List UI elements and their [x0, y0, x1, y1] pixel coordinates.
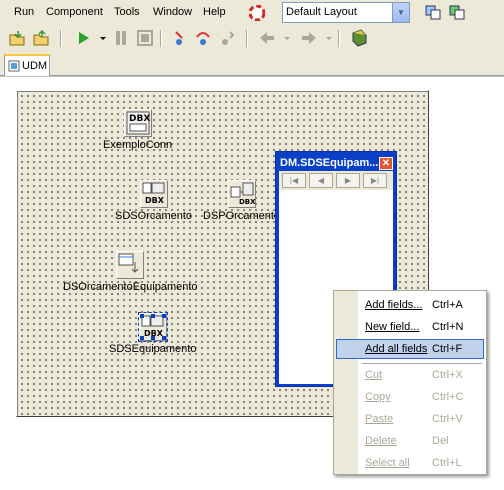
back-arrow-icon[interactable]: [258, 29, 276, 47]
help-lifebuoy-icon[interactable]: [248, 4, 266, 22]
sql-dataset-icon: DBX: [137, 312, 168, 342]
menu-item-add-all-fields[interactable]: Add all fields Ctrl+F: [336, 339, 484, 359]
menu-bar: Run Component Tools Window Help Default …: [0, 0, 504, 26]
fields-editor-title: DM.SDSEquipam...: [280, 157, 379, 169]
datasource-icon: [116, 251, 145, 279]
last-record-icon[interactable]: ▶|: [363, 173, 387, 188]
fields-editor-titlebar[interactable]: DM.SDSEquipam... ✕: [279, 155, 393, 171]
svg-text:DBX: DBX: [239, 198, 255, 206]
layout-select[interactable]: Default Layout ▼: [282, 2, 410, 23]
tab-udm-label: UDM: [22, 60, 48, 72]
run-to-cursor-icon[interactable]: [218, 29, 236, 47]
run-icon[interactable]: [74, 29, 92, 47]
close-icon[interactable]: ✕: [379, 156, 393, 170]
tab-udm[interactable]: UDM: [4, 54, 50, 76]
svg-text:DBX: DBX: [129, 114, 150, 124]
dbx-connection-icon: DBX: [123, 109, 152, 137]
menu-run[interactable]: Run: [14, 6, 34, 18]
forward-arrow-icon[interactable]: [300, 29, 318, 47]
component-label: DSPOrcamento: [203, 210, 281, 222]
save-all-icon[interactable]: [32, 29, 50, 47]
dataset-provider-icon: DBX: [227, 180, 256, 208]
prior-record-icon[interactable]: ◀: [309, 173, 333, 188]
menu-window[interactable]: Window: [153, 6, 192, 18]
open-project-icon[interactable]: [8, 29, 26, 47]
datamodule-icon: [8, 60, 20, 72]
menu-item-add-fields[interactable]: Add fields... Ctrl+A: [336, 295, 484, 315]
layout-select-value: Default Layout: [286, 6, 357, 18]
component-label: DSOrcamentoEquipamento: [63, 281, 198, 293]
back-dropdown-icon[interactable]: [278, 29, 296, 47]
menu-tools[interactable]: Tools: [114, 6, 140, 18]
component-sdsorcamento[interactable]: DBX SDSOrcamento: [115, 180, 192, 222]
fields-editor-navigator: |◀ ◀ ▶ ▶|: [279, 171, 393, 190]
component-label: ExemploConn: [103, 139, 173, 151]
menu-component[interactable]: Component: [46, 6, 103, 18]
menu-item-paste[interactable]: Paste Ctrl+V: [336, 409, 484, 429]
first-record-icon[interactable]: |◀: [282, 173, 306, 188]
component-exemploconn[interactable]: DBX ExemploConn: [103, 109, 172, 151]
sql-dataset-icon: DBX: [139, 180, 168, 208]
context-menu: Add fields... Ctrl+A New field... Ctrl+N…: [333, 290, 487, 475]
menu-help[interactable]: Help: [203, 6, 226, 18]
forward-dropdown-icon[interactable]: [320, 29, 338, 47]
stop-icon[interactable]: [136, 29, 154, 47]
set-layout-icon[interactable]: [448, 3, 466, 21]
svg-text:DBX: DBX: [145, 196, 165, 205]
component-dsporcamento[interactable]: DBX DSPOrcamento: [203, 180, 280, 222]
run-dropdown-icon[interactable]: [94, 29, 112, 47]
step-over-icon[interactable]: [194, 29, 212, 47]
component-sdsequipamento[interactable]: DBX SDSEquipamento: [109, 312, 197, 355]
component-dsorcamentoequipamento[interactable]: DSOrcamentoEquipamento: [63, 251, 198, 293]
menu-item-cut[interactable]: Cut Ctrl+X: [336, 365, 484, 385]
menu-item-copy[interactable]: Copy Ctrl+C: [336, 387, 484, 407]
pause-icon[interactable]: [112, 29, 130, 47]
next-record-icon[interactable]: ▶: [336, 173, 360, 188]
save-layout-icon[interactable]: [424, 3, 442, 21]
component-label: SDSOrcamento: [115, 210, 193, 222]
menu-item-new-field[interactable]: New field... Ctrl+N: [336, 317, 484, 337]
menu-item-delete[interactable]: Delete Del: [336, 431, 484, 451]
toolbar: [0, 26, 504, 52]
tab-bar: UDM: [0, 52, 504, 76]
menu-item-select-all[interactable]: Select all Ctrl+L: [336, 453, 484, 473]
chevron-down-icon[interactable]: ▼: [392, 3, 409, 22]
help-book-icon[interactable]: [350, 29, 368, 47]
trace-into-icon[interactable]: [170, 29, 188, 47]
component-label: SDSEquipamento: [109, 343, 197, 355]
